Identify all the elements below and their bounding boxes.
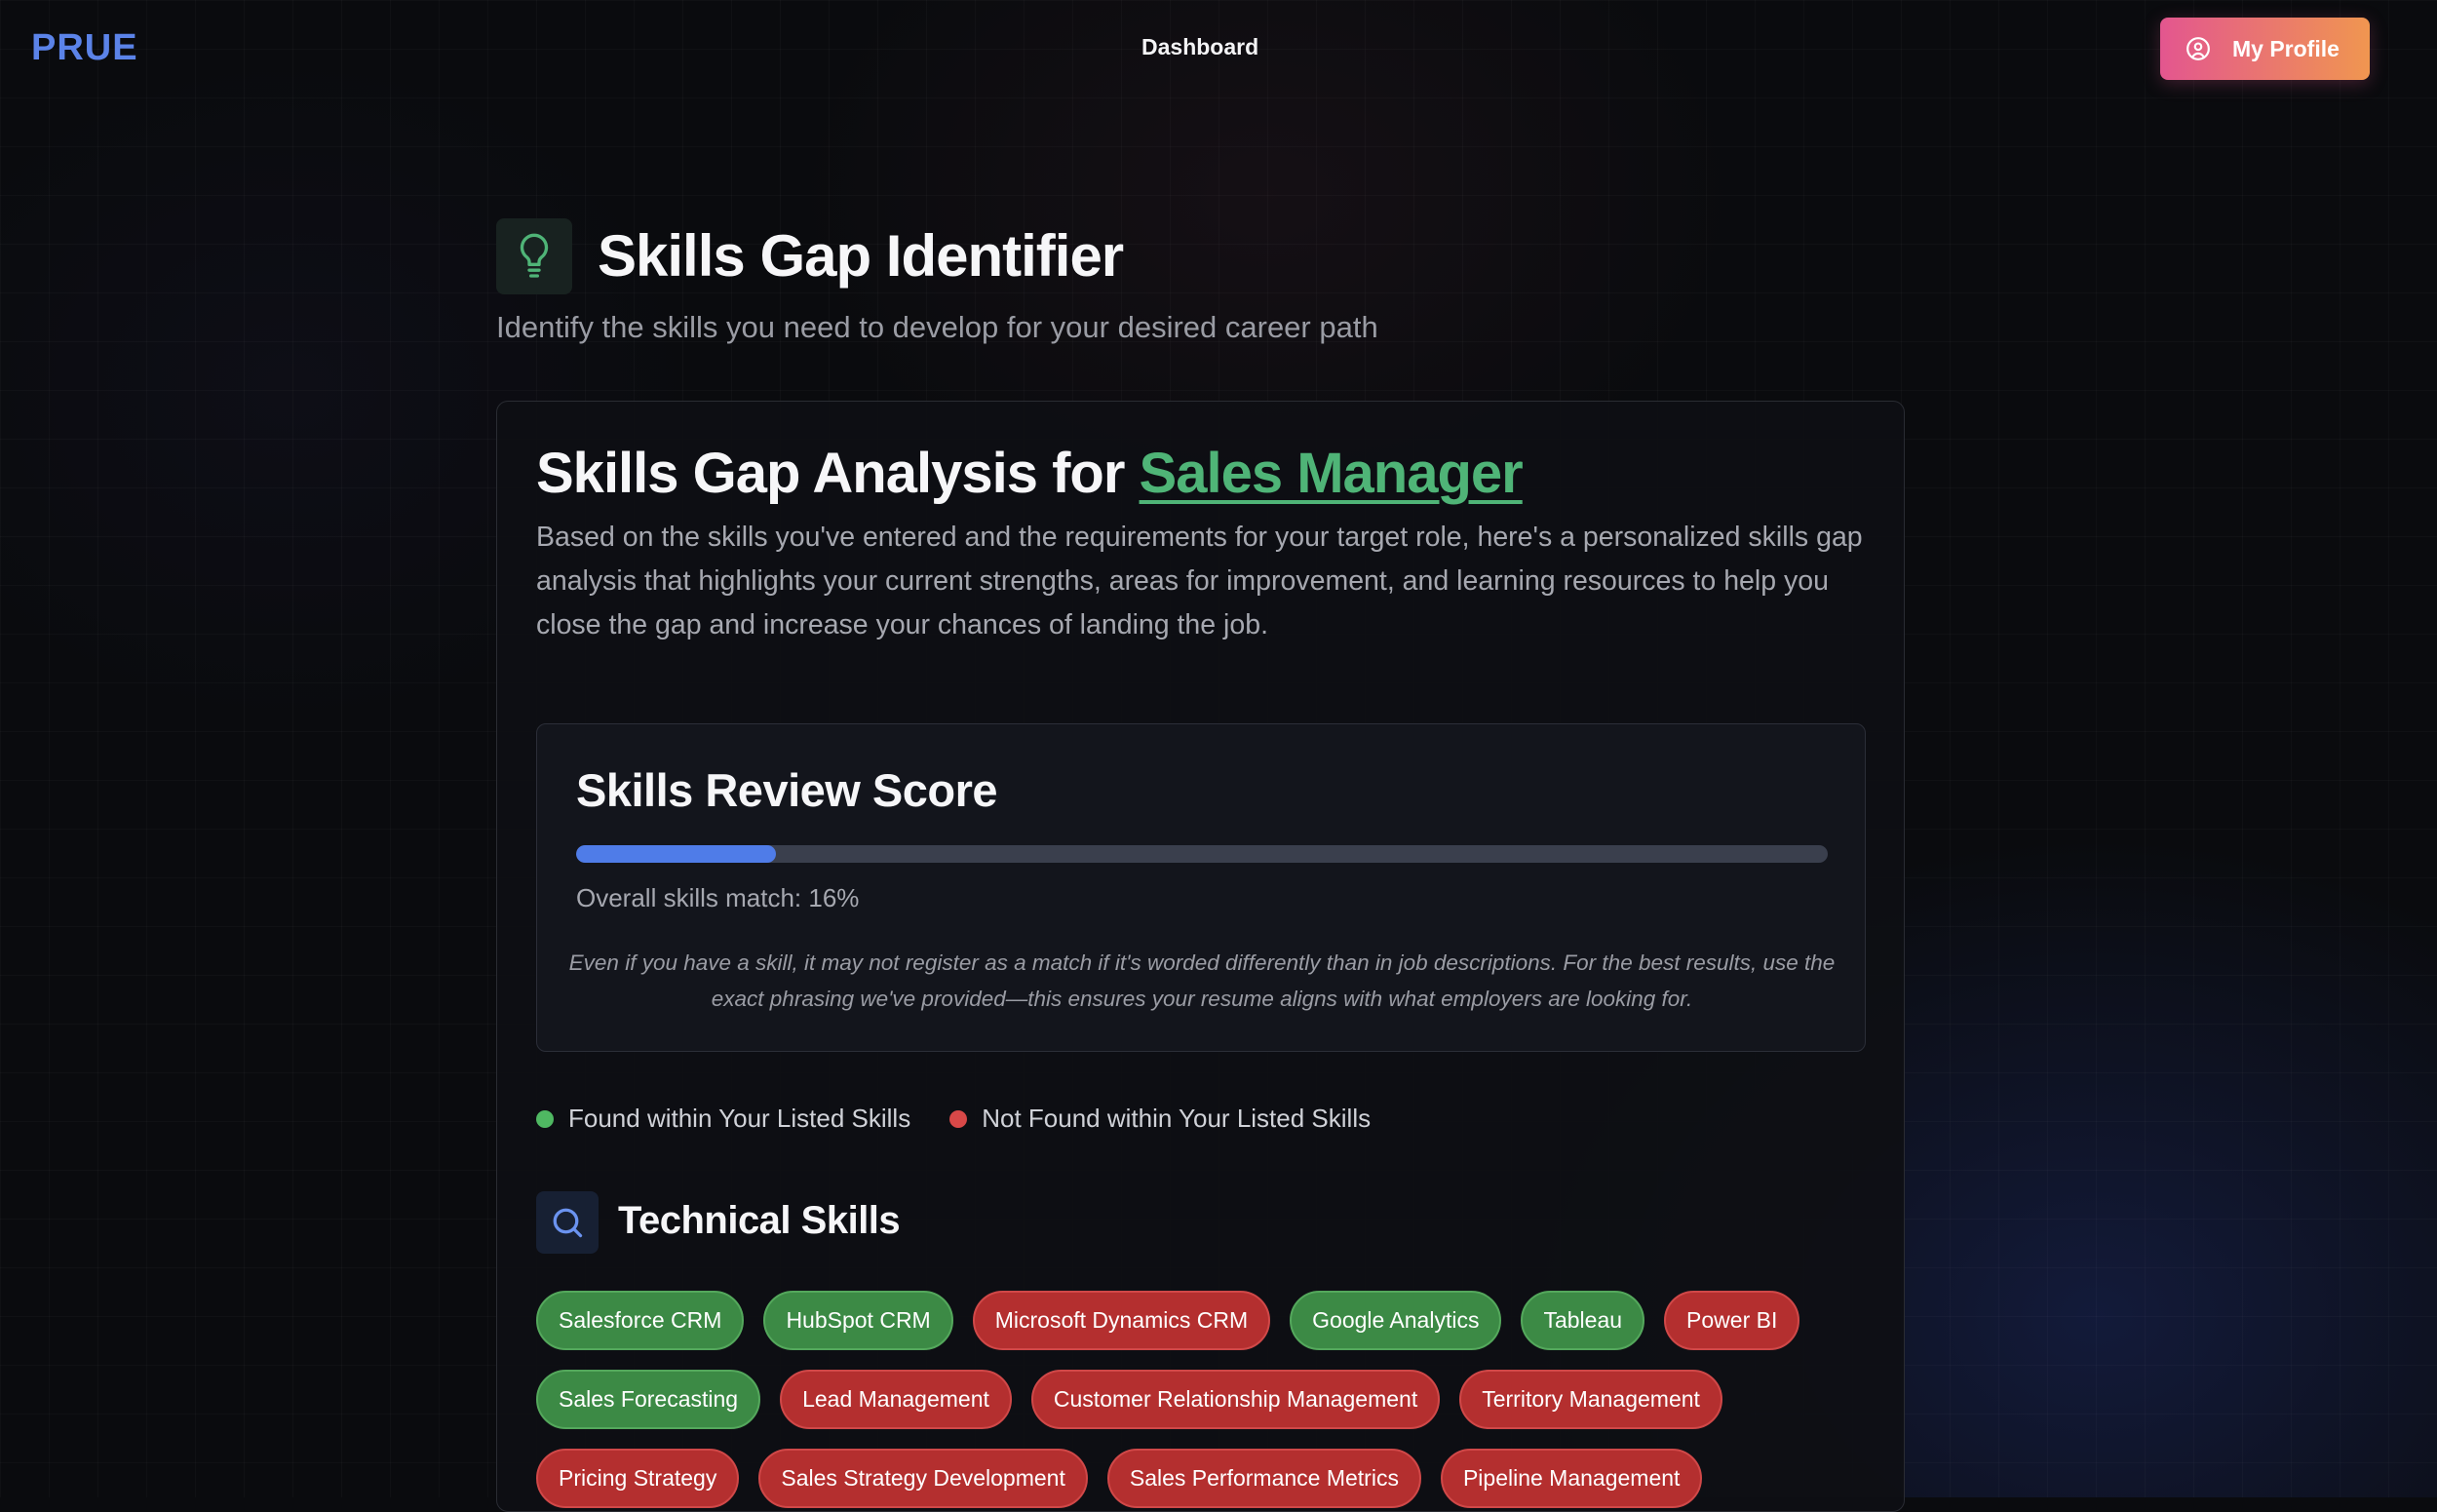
skill-chip-missing[interactable]: Microsoft Dynamics CRM <box>972 1291 1271 1350</box>
score-title: Skills Review Score <box>576 764 998 816</box>
analysis-title-prefix: Skills Gap Analysis for <box>536 442 1140 505</box>
legend-found-dot <box>536 1109 554 1128</box>
skills-legend: Found within Your Listed Skills Not Foun… <box>536 1104 1410 1134</box>
search-icon-box <box>536 1191 599 1254</box>
logo[interactable]: PRUE <box>31 27 138 69</box>
nav-link-dashboard[interactable]: Dashboard <box>1141 34 1258 60</box>
score-progress-bar <box>576 845 1828 863</box>
lightbulb-icon <box>520 233 549 278</box>
skill-chip-found[interactable]: Tableau <box>1521 1291 1645 1350</box>
analysis-card: Skills Gap Analysis for Sales Manager Ba… <box>496 401 1905 1512</box>
skill-chip-missing[interactable]: Customer Relationship Management <box>1030 1370 1441 1429</box>
score-match-text: Overall skills match: 16% <box>576 883 860 912</box>
legend-not-found-dot <box>949 1109 968 1128</box>
top-navbar: PRUE Dashboard My Profile <box>0 0 2437 97</box>
my-profile-label: My Profile <box>2232 35 2340 61</box>
technical-skills-heading: Technical Skills <box>618 1199 901 1242</box>
search-icon <box>553 1208 583 1238</box>
skill-chip-found[interactable]: Salesforce CRM <box>536 1291 745 1350</box>
score-note: Even if you have a skill, it may not reg… <box>568 950 1836 1011</box>
analysis-description: Based on the skills you've entered and t… <box>536 522 1863 640</box>
skill-chip-missing[interactable]: Power BI <box>1664 1291 1800 1350</box>
skill-chip-missing[interactable]: Territory Management <box>1459 1370 1722 1429</box>
score-progress-fill <box>576 845 777 863</box>
legend-not-found: Not Found within Your Listed Skills <box>949 1104 1371 1134</box>
user-circle-icon <box>2186 37 2210 60</box>
skill-chip-missing[interactable]: Pipeline Management <box>1440 1449 1703 1508</box>
skill-chip-found[interactable]: HubSpot CRM <box>763 1291 953 1350</box>
skill-chip-missing[interactable]: Sales Performance Metrics <box>1106 1449 1421 1508</box>
skill-chip-found[interactable]: Sales Forecasting <box>536 1370 761 1429</box>
skill-chip-found[interactable]: Google Analytics <box>1290 1291 1502 1350</box>
legend-found-label: Found within Your Listed Skills <box>568 1104 911 1133</box>
skill-chip-missing[interactable]: Lead Management <box>780 1370 1012 1429</box>
analysis-title: Skills Gap Analysis for Sales Manager <box>536 441 1524 506</box>
my-profile-button[interactable]: My Profile <box>2160 18 2370 80</box>
skill-chip-missing[interactable]: Pricing Strategy <box>536 1449 740 1508</box>
skills-review-score-panel: Skills Review Score Overall skills match… <box>536 723 1866 1052</box>
page-title: Skills Gap Identifier <box>598 223 1124 289</box>
target-role-link[interactable]: Sales Manager <box>1140 442 1524 505</box>
page-subtitle: Identify the skills you need to develop … <box>496 310 1378 344</box>
technical-skills-list: Salesforce CRM HubSpot CRM Microsoft Dynam… <box>536 1291 1881 1508</box>
lightbulb-icon-box <box>496 218 572 294</box>
skill-chip-missing[interactable]: Sales Strategy Development <box>758 1449 1088 1508</box>
legend-found: Found within Your Listed Skills <box>536 1104 910 1134</box>
legend-not-found-label: Not Found within Your Listed Skills <box>982 1104 1372 1133</box>
